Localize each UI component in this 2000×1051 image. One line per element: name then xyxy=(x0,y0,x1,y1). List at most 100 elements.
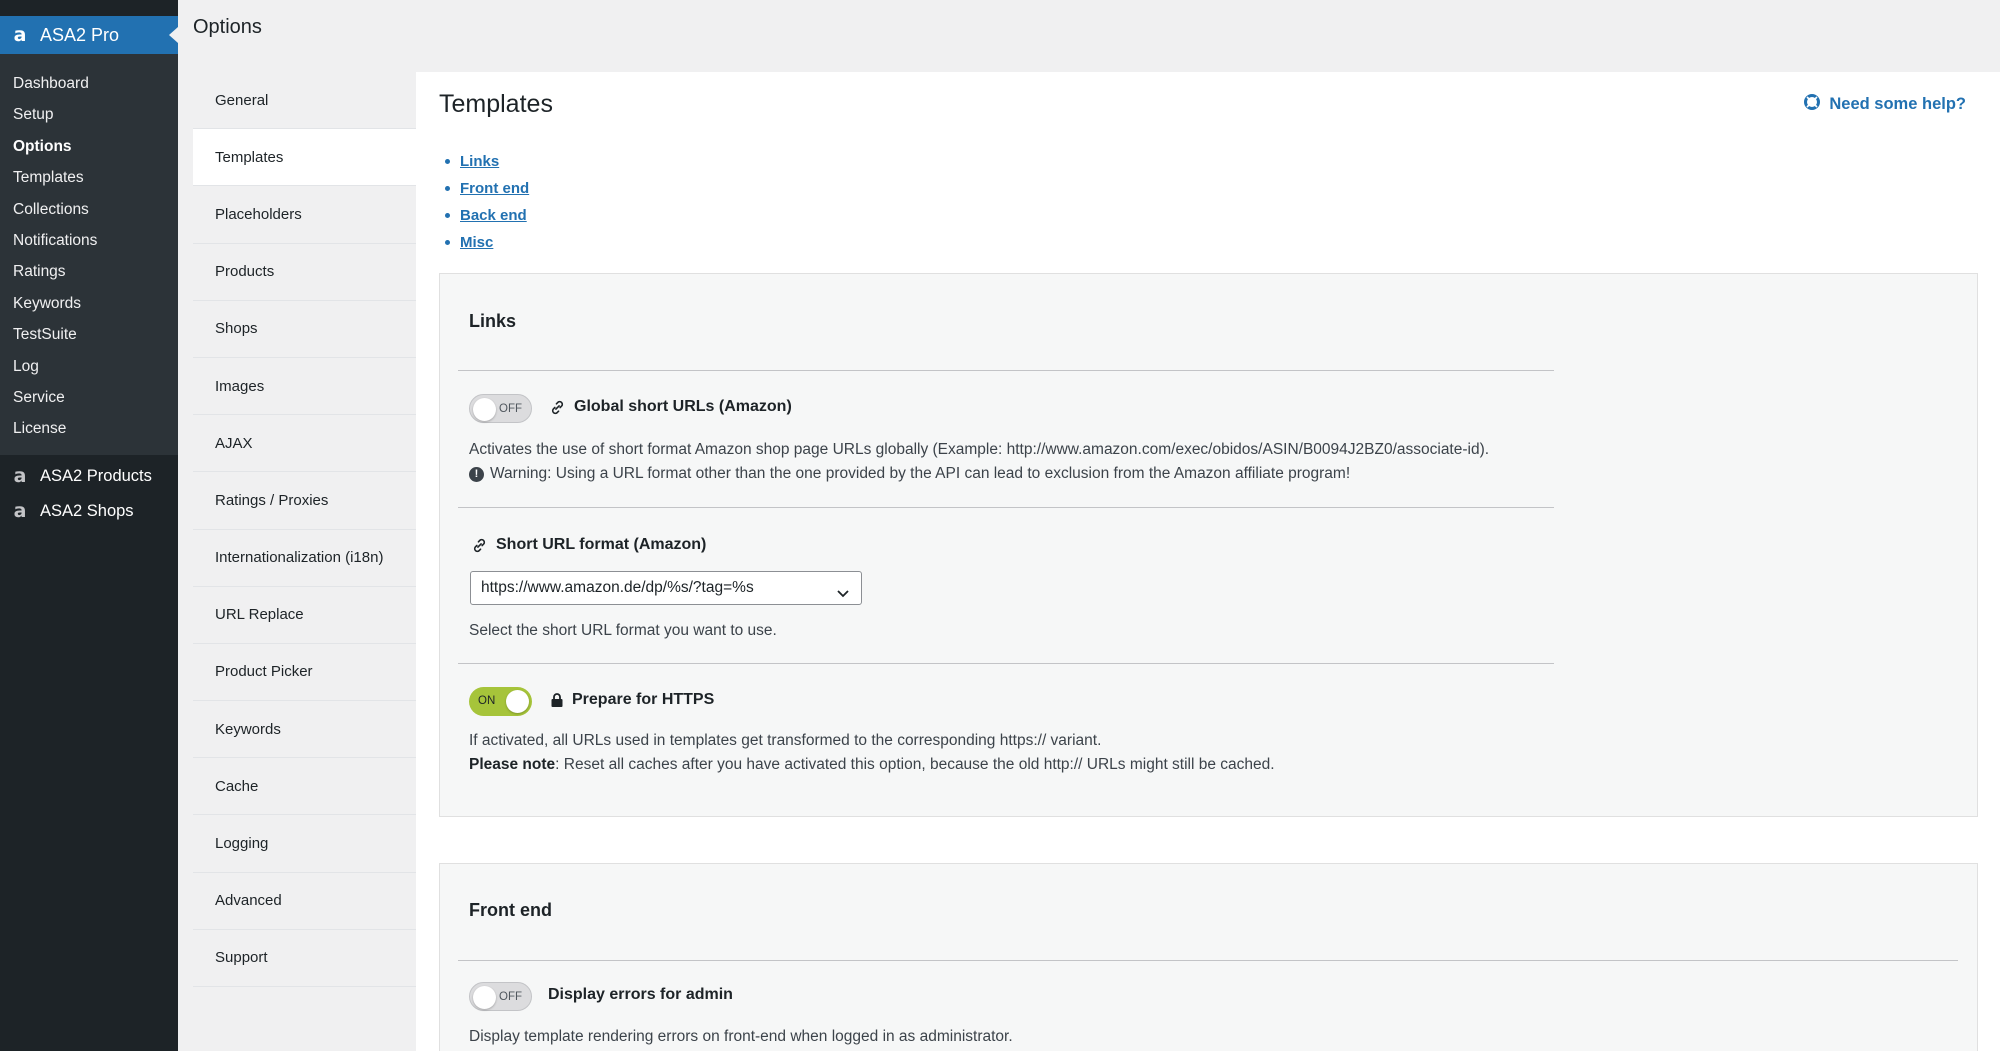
submenu-item-dashboard[interactable]: Dashboard xyxy=(0,68,178,99)
tab-shops[interactable]: Shops xyxy=(193,301,416,358)
divider xyxy=(458,960,1958,961)
prepare-https-description-text: If activated, all URLs used in templates… xyxy=(469,732,1102,749)
toc-item: Links xyxy=(445,148,529,175)
asa2-shops-icon: a xyxy=(13,500,27,523)
toc-link-misc[interactable]: Misc xyxy=(460,234,493,251)
submenu-item-service[interactable]: Service xyxy=(0,382,178,413)
global-short-urls-title: Global short URLs (Amazon) xyxy=(549,398,792,416)
global-short-urls-label: Global short URLs (Amazon) xyxy=(574,398,792,415)
toc-item: Misc xyxy=(445,229,529,256)
tab-templates[interactable]: Templates xyxy=(193,129,416,187)
submenu-item-ratings[interactable]: Ratings xyxy=(0,256,178,287)
note-label: Please note xyxy=(469,756,556,773)
submenu-item-options[interactable]: Options xyxy=(0,131,178,162)
divider xyxy=(458,663,1554,664)
toc-item: Back end xyxy=(445,202,529,229)
divider xyxy=(458,507,1554,508)
bullet-icon xyxy=(445,240,450,245)
asa2-products-icon: a xyxy=(13,465,27,488)
bullet-icon xyxy=(445,159,450,164)
global-short-urls-description-text: Activates the use of short format Amazon… xyxy=(469,441,1490,458)
help-link-label: Need some help? xyxy=(1829,95,1966,113)
prepare-https-label: Prepare for HTTPS xyxy=(572,691,715,708)
tab-ajax[interactable]: AJAX xyxy=(193,415,416,473)
menu-asa2-pro-label: ASA2 Pro xyxy=(40,24,120,45)
submenu-item-keywords[interactable]: Keywords xyxy=(0,288,178,319)
submenu-item-collections[interactable]: Collections xyxy=(0,194,178,225)
display-errors-description: Display template rendering errors on fro… xyxy=(469,1028,1013,1045)
toggle-knob xyxy=(506,690,529,713)
short-url-format-value: https://www.amazon.de/dp/%s/?tag=%s xyxy=(481,579,754,596)
links-panel: Links OFF Global short URLs (Amazon) Act… xyxy=(439,273,1978,817)
bullet-icon xyxy=(445,186,450,191)
lifebuoy-icon xyxy=(1804,94,1821,115)
main-content: Templates Need some help? Links Front en… xyxy=(416,72,2000,1051)
tab-advanced[interactable]: Advanced xyxy=(193,873,416,930)
display-errors-title: Display errors for admin xyxy=(548,986,733,1003)
toggle-knob xyxy=(473,398,496,421)
short-url-format-select[interactable]: https://www.amazon.de/dp/%s/?tag=%s xyxy=(470,571,862,605)
toc-link-front-end[interactable]: Front end xyxy=(460,180,529,197)
links-heading: Links xyxy=(469,311,517,331)
global-short-urls-description: Activates the use of short format Amazon… xyxy=(469,438,1489,486)
page-title: Options xyxy=(193,16,262,38)
prepare-https-note: Please note: Reset all caches after you … xyxy=(469,753,1275,777)
warning-text: Warning: Using a URL format other than t… xyxy=(490,465,1351,482)
asa2-logo-icon: a xyxy=(13,24,27,46)
frontend-panel: Front end OFF Display errors for admin D… xyxy=(439,863,1978,1051)
prepare-https-title: Prepare for HTTPS xyxy=(550,691,714,709)
options-tabs: General Templates Placeholders Products … xyxy=(193,72,416,987)
section-title: Templates xyxy=(439,90,553,118)
chevron-down-icon xyxy=(836,580,850,612)
divider xyxy=(458,370,1554,371)
prepare-https-description: If activated, all URLs used in templates… xyxy=(469,729,1275,777)
link-icon xyxy=(471,537,488,554)
tab-images[interactable]: Images xyxy=(193,358,416,416)
tab-placeholders[interactable]: Placeholders xyxy=(193,186,416,244)
menu-asa2-shops[interactable]: a ASA2 Shops xyxy=(0,494,178,529)
toggle-state-label: OFF xyxy=(499,403,522,415)
menu-asa2-products-label: ASA2 Products xyxy=(40,466,152,485)
tab-logging[interactable]: Logging xyxy=(193,815,416,873)
menu-asa2-shops-label: ASA2 Shops xyxy=(40,501,134,520)
tab-general[interactable]: General xyxy=(193,72,416,130)
tab-cache[interactable]: Cache xyxy=(193,758,416,816)
link-icon xyxy=(549,399,566,416)
global-short-urls-toggle[interactable]: OFF xyxy=(469,394,532,423)
submenu-item-notifications[interactable]: Notifications xyxy=(0,225,178,256)
submenu-item-license[interactable]: License xyxy=(0,413,178,444)
warning-icon: ! xyxy=(469,466,484,482)
tab-url-replace[interactable]: URL Replace xyxy=(193,587,416,644)
frontend-heading: Front end xyxy=(469,900,552,920)
warning-row: ! Warning: Using a URL format other than… xyxy=(469,462,1489,486)
tab-ratings-proxies[interactable]: Ratings / Proxies xyxy=(193,472,416,530)
section-toc: Links Front end Back end Misc xyxy=(445,148,529,256)
submenu-item-templates[interactable]: Templates xyxy=(0,162,178,193)
toc-item: Front end xyxy=(445,175,529,202)
bullet-icon xyxy=(445,213,450,218)
tab-products[interactable]: Products xyxy=(193,244,416,301)
short-url-format-description: Select the short URL format you want to … xyxy=(469,622,777,639)
tab-product-picker[interactable]: Product Picker xyxy=(193,644,416,702)
toggle-state-label: OFF xyxy=(499,991,522,1003)
note-text: : Reset all caches after you have activa… xyxy=(555,756,1275,773)
help-link[interactable]: Need some help? xyxy=(1804,94,1966,115)
admin-sidebar-top xyxy=(0,0,178,16)
display-errors-toggle[interactable]: OFF xyxy=(469,982,532,1011)
toggle-state-label: ON xyxy=(478,695,496,707)
short-url-format-title: Short URL format (Amazon) xyxy=(471,536,706,554)
prepare-https-toggle[interactable]: ON xyxy=(469,687,532,716)
submenu-item-setup[interactable]: Setup xyxy=(0,99,178,130)
submenu-item-testsuite[interactable]: TestSuite xyxy=(0,319,178,350)
toc-link-back-end[interactable]: Back end xyxy=(460,207,527,224)
toc-link-links[interactable]: Links xyxy=(460,153,499,170)
toggle-knob xyxy=(473,986,496,1009)
tab-support[interactable]: Support xyxy=(193,930,416,987)
submenu-item-log[interactable]: Log xyxy=(0,351,178,382)
tab-keywords[interactable]: Keywords xyxy=(193,701,416,759)
menu-asa2-pro[interactable]: a ASA2 Pro xyxy=(0,16,178,54)
current-menu-arrow-icon xyxy=(169,27,178,43)
tab-i18n[interactable]: Internationalization (i18n) xyxy=(193,530,416,587)
menu-asa2-products[interactable]: a ASA2 Products xyxy=(0,459,178,494)
lock-icon xyxy=(550,692,564,708)
